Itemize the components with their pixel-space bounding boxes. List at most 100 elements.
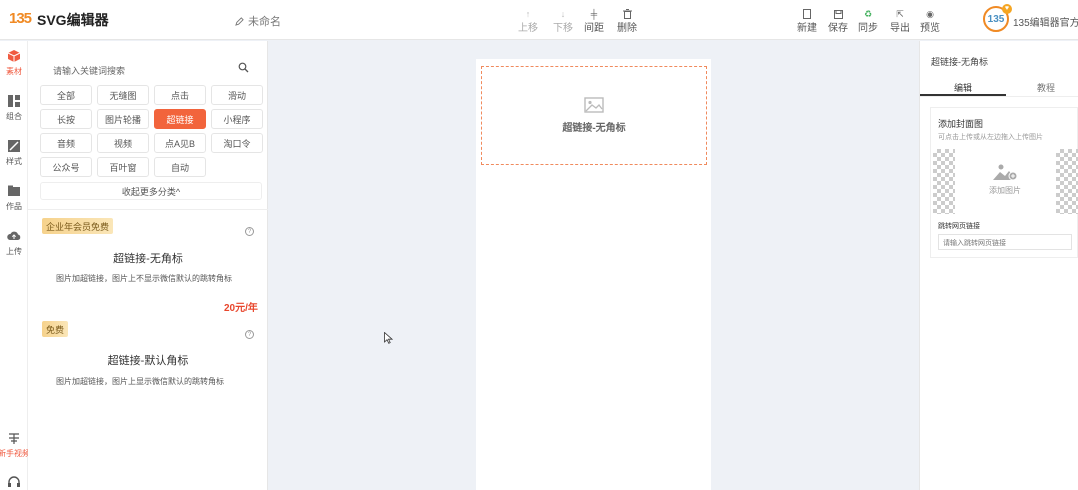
card-badge-member: 企业年会员免费: [42, 218, 114, 234]
document-name[interactable]: 未命名: [235, 13, 281, 29]
save-button[interactable]: 保存: [828, 9, 848, 34]
rail-item-style[interactable]: 样式: [0, 139, 28, 167]
add-image-label: 添加图片: [989, 186, 1021, 195]
app-logo[interactable]: 135: [9, 10, 32, 27]
cover-title: 添加封面图: [938, 119, 984, 129]
style-icon: [8, 140, 20, 152]
rail-item-works[interactable]: 作品: [0, 184, 28, 212]
transparent-pattern: [933, 149, 955, 214]
add-image-icon: [993, 164, 1018, 181]
category-slide[interactable]: 滑动: [211, 85, 263, 105]
card-title[interactable]: 超链接-默认角标: [28, 352, 268, 368]
category-audio[interactable]: 音频: [40, 133, 92, 153]
category-click[interactable]: 点击: [154, 85, 206, 105]
rail-label-group: 组合: [6, 112, 22, 121]
help-icon[interactable]: ?: [245, 227, 254, 236]
vip-badge-icon: ♥: [1002, 4, 1012, 14]
material-panel: 请输入关键词搜索 全部 无缝图 点击 滑动 长按 图片轮播 超链接 小程序 音频…: [28, 41, 268, 490]
rail-item-group[interactable]: 组合: [0, 94, 28, 122]
grid-icon: [8, 95, 20, 107]
editor-canvas[interactable]: 超链接-无角标: [476, 59, 711, 490]
selected-component-title: 超链接-无角标: [562, 123, 626, 134]
tab-edit[interactable]: 编辑: [923, 81, 1003, 94]
properties-tabs: 编辑 教程: [920, 79, 1078, 97]
save-icon: [832, 9, 844, 19]
arrow-down-icon: ↓: [560, 9, 566, 19]
image-placeholder-icon: [584, 97, 604, 113]
card-description: 图片加超链接，图片上显示微信默认的跳转角标: [56, 377, 224, 386]
arrow-up-icon: ↑: [525, 9, 531, 19]
category-seamless[interactable]: 无缝图: [97, 85, 149, 105]
rail-item-support[interactable]: [0, 475, 28, 490]
preview-button[interactable]: ◉ 预览: [920, 9, 940, 34]
delete-label: 删除: [617, 23, 637, 34]
top-bar: 135 SVG编辑器 未命名 ↑ 上移 ↓ 下移 ╪ 间距 删除 新建 保存 ♻…: [0, 0, 1078, 40]
search-icon[interactable]: [238, 62, 249, 73]
category-official-account[interactable]: 公众号: [40, 157, 92, 177]
rail-label-works: 作品: [6, 202, 22, 211]
collapse-categories-button[interactable]: 收起更多分类^: [40, 182, 262, 200]
headset-icon: [8, 476, 20, 487]
category-all[interactable]: 全部: [40, 85, 92, 105]
add-image-button[interactable]: 添加图片: [971, 163, 1039, 196]
card-description: 图片加超链接，图片上不显示微信默认的跳转角标: [56, 274, 232, 283]
category-hyperlink[interactable]: 超链接: [154, 109, 206, 129]
cloud-upload-icon: [7, 231, 21, 240]
left-rail: 素材 组合 样式 作品 上传 新手视频: [0, 41, 30, 490]
active-tab-indicator: [920, 94, 1006, 96]
help-icon[interactable]: ?: [245, 330, 254, 339]
user-name[interactable]: 135编辑器官方: [1013, 14, 1078, 29]
category-mini-program[interactable]: 小程序: [211, 109, 263, 129]
move-down-button[interactable]: ↓ 下移: [553, 9, 573, 34]
rail-label-tutorial-video: 新手视频: [0, 449, 30, 458]
spacing-button[interactable]: ╪ 间距: [584, 9, 604, 34]
cube-icon: [7, 50, 21, 62]
category-click-a-see-b[interactable]: 点A见B: [154, 133, 206, 153]
mouse-cursor-icon: [384, 332, 393, 344]
rail-label-upload: 上传: [6, 247, 22, 256]
card-title[interactable]: 超链接-无角标: [28, 250, 268, 266]
category-long-press[interactable]: 长按: [40, 109, 92, 129]
export-button[interactable]: ⇱ 导出: [890, 9, 910, 34]
search-input[interactable]: 请输入关键词搜索: [42, 60, 254, 78]
tab-tutorial[interactable]: 教程: [1006, 81, 1078, 94]
properties-title: 超链接-无角标: [931, 57, 988, 67]
move-up-button[interactable]: ↑ 上移: [518, 9, 538, 34]
cover-section: 添加封面图 可点击上传或从左边拖入上传图片 添加图片 跳转网页链接 请输入跳转网…: [930, 107, 1078, 258]
link-url-input[interactable]: 请输入跳转网页链接: [938, 234, 1072, 250]
trash-icon: [621, 9, 633, 19]
new-button[interactable]: 新建: [797, 9, 817, 34]
rail-item-material[interactable]: 素材: [0, 49, 28, 77]
rail-label-style: 样式: [6, 157, 22, 166]
card-badge-free: 免费: [42, 321, 69, 337]
category-blinds[interactable]: 百叶窗: [97, 157, 149, 177]
move-up-label: 上移: [518, 23, 538, 34]
folder-icon: [8, 185, 20, 196]
preview-label: 预览: [920, 23, 940, 34]
spacing-label: 间距: [584, 23, 604, 34]
category-carousel[interactable]: 图片轮播: [97, 109, 149, 129]
svg-editor-app: 135 SVG编辑器 未命名 ↑ 上移 ↓ 下移 ╪ 间距 删除 新建 保存 ♻…: [0, 0, 1078, 490]
category-taobao-code[interactable]: 淘口令: [211, 133, 263, 153]
cover-hint: 可点击上传或从左边拖入上传图片: [938, 134, 1043, 141]
sync-button[interactable]: ♻ 同步: [858, 9, 878, 34]
category-auto[interactable]: 自动: [154, 157, 206, 177]
new-label: 新建: [797, 23, 817, 34]
spacing-icon: ╪: [590, 9, 598, 19]
delete-button[interactable]: 删除: [617, 9, 637, 34]
sync-label: 同步: [858, 23, 878, 34]
pencil-icon: [235, 16, 244, 26]
app-title: SVG编辑器: [37, 12, 109, 28]
transparent-pattern: [1056, 149, 1078, 214]
document-name-label: 未命名: [248, 16, 281, 28]
save-label: 保存: [828, 23, 848, 34]
rail-item-tutorial-video[interactable]: 新手视频: [0, 431, 30, 459]
eye-icon: ◉: [926, 9, 934, 19]
selected-component[interactable]: 超链接-无角标: [481, 66, 707, 165]
card-price: 20元/年: [224, 303, 258, 314]
rail-item-upload[interactable]: 上传: [0, 229, 28, 257]
sync-icon: ♻: [863, 9, 873, 19]
properties-panel: 超链接-无角标 编辑 教程 添加封面图 可点击上传或从左边拖入上传图片 添加图片…: [919, 41, 1078, 490]
category-video[interactable]: 视频: [97, 133, 149, 153]
new-file-icon: [801, 9, 813, 19]
